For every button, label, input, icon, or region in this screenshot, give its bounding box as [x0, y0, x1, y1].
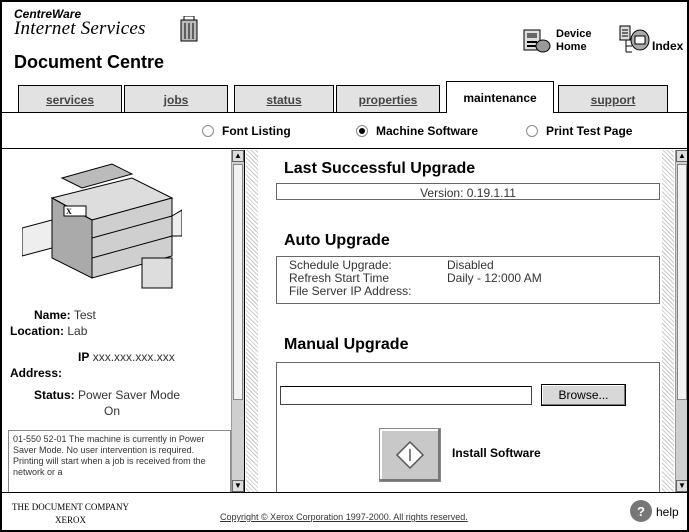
device-home-line1: Device	[556, 28, 592, 40]
index-icon[interactable]	[618, 24, 650, 56]
install-diamond-icon	[395, 440, 425, 470]
status-message-box: 01-550 52-01 The machine is currently in…	[8, 430, 231, 492]
radio-button-selected-icon[interactable]	[356, 125, 368, 137]
scroll-up-arrow-icon[interactable]: ▲	[232, 150, 244, 162]
main-tabs: services jobs status properties maintena…	[2, 81, 687, 113]
tab-jobs[interactable]: jobs	[124, 85, 228, 113]
radio-print-test-page[interactable]: Print Test Page	[526, 124, 632, 138]
device-status-row: Status: Power Saver Mode	[34, 388, 180, 402]
ip-label-line2: Address:	[10, 366, 63, 380]
manual-upgrade-box	[276, 362, 660, 492]
fileserver-label: File Server IP Address:	[289, 284, 412, 298]
radio-label: Font Listing	[222, 124, 291, 138]
device-home-line2: Home	[556, 41, 587, 53]
copyright-link[interactable]: Copyright © Xerox Corporation 1997-2000.…	[220, 512, 468, 522]
company-name: XEROX	[55, 515, 86, 525]
browse-button[interactable]: Browse...	[541, 384, 626, 406]
tab-services[interactable]: services	[18, 85, 122, 113]
refresh-value: Daily - 12:000 AM	[447, 271, 542, 285]
auto-upgrade-box: Schedule Upgrade: Disabled Refresh Start…	[276, 256, 660, 304]
location-value: Lab	[67, 324, 88, 338]
left-pane-scrollbar[interactable]: ▲ ▼	[231, 150, 244, 492]
page-footer: THE DOCUMENT COMPANY XEROX Copyright © X…	[2, 492, 687, 530]
product-name: Document Centre	[14, 52, 165, 72]
company-tagline: THE DOCUMENT COMPANY	[12, 502, 130, 512]
copier-machine-image: X	[22, 163, 182, 289]
browser-frame: CentreWare Internet Services Document Ce…	[0, 0, 689, 532]
tab-support[interactable]: support	[558, 85, 668, 113]
scroll-down-arrow-icon[interactable]: ▼	[232, 480, 244, 492]
help-icon[interactable]: ?	[630, 500, 652, 522]
device-info-pane: X Name: Test Location: Lab IP xxx.xxx.xx…	[2, 150, 245, 492]
version-box: Version: 0.19.1.11	[276, 183, 660, 200]
name-value: Test	[73, 308, 96, 322]
radio-label: Print Test Page	[546, 124, 633, 138]
right-pane-scrollbar[interactable]: ▲ ▼	[675, 150, 687, 492]
radio-button-icon[interactable]	[202, 125, 214, 137]
radio-machine-software[interactable]: Machine Software	[356, 124, 478, 138]
version-value: Version: 0.19.1.11	[420, 186, 516, 200]
wastebasket-logo-icon	[180, 16, 198, 42]
svg-text:X: X	[66, 207, 72, 216]
location-label: Location:	[10, 324, 64, 338]
tab-status[interactable]: status	[234, 85, 334, 113]
scroll-thumb[interactable]	[677, 164, 687, 400]
help-link[interactable]: help	[656, 505, 679, 519]
scroll-down-arrow-icon[interactable]: ▼	[676, 480, 687, 492]
right-pattern-border	[662, 150, 674, 492]
ip-value: xxx.xxx.xxx.xxx	[92, 350, 175, 364]
status-label: Status:	[34, 388, 75, 402]
radio-font-listing[interactable]: Font Listing	[202, 124, 291, 138]
device-location-row: Location: Lab	[10, 324, 87, 338]
tab-maintenance[interactable]: maintenance	[446, 81, 554, 113]
manual-upgrade-title: Manual Upgrade	[284, 336, 409, 353]
ip-label: IP	[78, 350, 90, 364]
install-software-label[interactable]: Install Software	[452, 446, 541, 460]
tab-properties[interactable]: properties	[336, 85, 440, 113]
auto-upgrade-title: Auto Upgrade	[284, 232, 390, 249]
maintenance-subnav: Font Listing Machine Software Print Test…	[2, 113, 687, 149]
ip-address-label-row: Address:	[10, 366, 62, 380]
index-link[interactable]: Index	[652, 39, 683, 53]
device-ip-row: IP xxx.xxx.xxx.xxx	[78, 350, 175, 364]
status-value: Power Saver Mode	[78, 388, 181, 402]
status-value-line2: On	[104, 404, 121, 418]
file-path-input[interactable]	[280, 386, 532, 405]
machine-software-pane: Last Successful Upgrade Version: 0.19.1.…	[246, 150, 687, 492]
last-upgrade-title: Last Successful Upgrade	[284, 160, 476, 177]
install-software-button[interactable]	[379, 428, 441, 482]
fileserver-row: File Server IP Address:	[289, 285, 647, 298]
scroll-up-arrow-icon[interactable]: ▲	[676, 150, 687, 162]
radio-label: Machine Software	[376, 124, 479, 138]
xerox-logo: THE DOCUMENT COMPANY XEROX	[12, 501, 129, 527]
device-home-icon[interactable]	[520, 24, 552, 56]
device-home-link[interactable]: Device Home	[556, 28, 591, 54]
left-pattern-border	[246, 150, 258, 492]
radio-button-icon[interactable]	[526, 125, 538, 137]
device-name-row: Name: Test	[34, 308, 96, 322]
name-label: Name:	[34, 308, 71, 322]
brand-subtitle: Internet Services	[14, 18, 146, 39]
scroll-thumb[interactable]	[233, 164, 243, 400]
device-status-row-2: On	[104, 404, 120, 418]
